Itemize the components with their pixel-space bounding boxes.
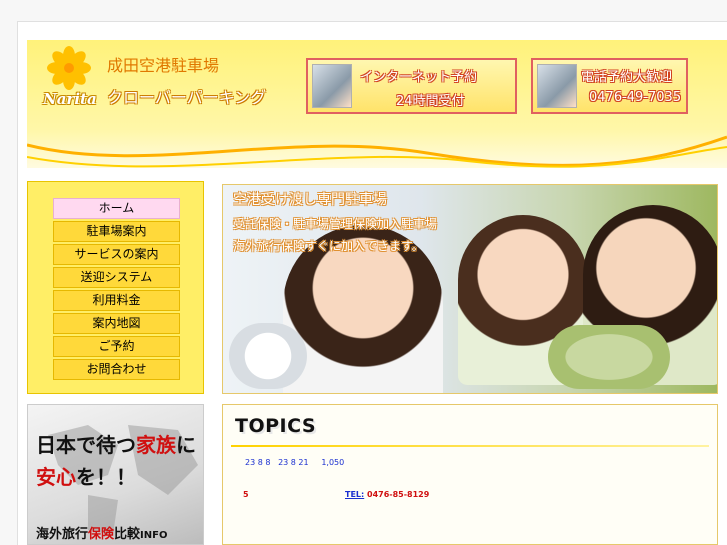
topics-heading: TOPICS <box>235 415 317 437</box>
banner-thumbnail-staff <box>229 323 307 389</box>
internet-reservation-banner[interactable]: インターネット予約 24時間受付 <box>306 58 517 114</box>
nav-item-map[interactable]: 案内地図 <box>53 313 180 334</box>
site-subtitle: クローバーパーキング <box>107 88 267 107</box>
nav-menu: ホーム 駐車場案内 サービスの案内 送迎システム 利用料金 案内地図 ご予約 お… <box>53 198 180 382</box>
header-wave-decoration <box>27 135 727 168</box>
clover-flower-logo-icon <box>47 46 91 90</box>
topics-section: TOPICS 23 8 8 23 8 21 1,050 5 TEL: 0476-… <box>222 404 718 545</box>
banner-travel-insurance-text: 海外旅行保険すぐに加入できます。 <box>233 239 424 253</box>
net-reservation-label: インターネット予約 <box>360 70 478 85</box>
banner-thumbnail-group <box>548 325 670 389</box>
site-title: 成田空港駐車場 <box>107 56 220 75</box>
phone-operator-photo <box>537 64 577 108</box>
banner-headline: 空港受け渡し専門駐車場 <box>233 192 387 208</box>
nav-item-pricing[interactable]: 利用料金 <box>53 290 180 311</box>
hero-banner: 空港受け渡し専門駐車場 受託保険・駐車場管理保険加入駐車場 海外旅行保険すぐに加… <box>222 184 718 394</box>
tel-link[interactable]: TEL: <box>345 490 364 499</box>
insurance-ad-banner[interactable]: 日本で待つ家族に 安心を！！ 海外旅行保険比較INFO <box>27 404 204 545</box>
ad-subtitle: 海外旅行保険比較INFO <box>36 527 168 542</box>
phone-number: 0476-49-7035 <box>589 90 682 105</box>
news-item-number: 5 <box>243 490 249 499</box>
nav-item-reservation[interactable]: ご予約 <box>53 336 180 357</box>
tel-number: 0476-85-8129 <box>364 490 430 499</box>
news-item-dates[interactable]: 23 8 8 23 8 21 1,050 <box>245 458 344 467</box>
topics-divider <box>231 445 709 447</box>
operator-photo <box>312 64 352 108</box>
net-reservation-hours: 24時間受付 <box>396 94 465 109</box>
ad-headline-2: 安心を！！ <box>36 465 136 489</box>
nav-item-shuttle-system[interactable]: 送迎システム <box>53 267 180 288</box>
nav-item-parking-guide[interactable]: 駐車場案内 <box>53 221 180 242</box>
nav-item-home[interactable]: ホーム <box>53 198 180 219</box>
logo-text[interactable]: Narita <box>43 90 97 108</box>
sidebar-menu: ホーム 駐車場案内 サービスの案内 送迎システム 利用料金 案内地図 ご予約 お… <box>27 181 204 394</box>
nav-item-contact[interactable]: お問合わせ <box>53 359 180 380</box>
phone-reservation-banner[interactable]: 電話予約大歓迎 0476-49-7035 <box>531 58 688 114</box>
ad-headline-1: 日本で待つ家族に <box>36 433 196 457</box>
news-item-phone: TEL: 0476-85-8129 <box>345 490 429 499</box>
nav-item-services[interactable]: サービスの案内 <box>53 244 180 265</box>
banner-insurance-text: 受託保険・駐車場管理保険加入駐車場 <box>233 217 438 231</box>
phone-reservation-label: 電話予約大歓迎 <box>581 70 673 85</box>
